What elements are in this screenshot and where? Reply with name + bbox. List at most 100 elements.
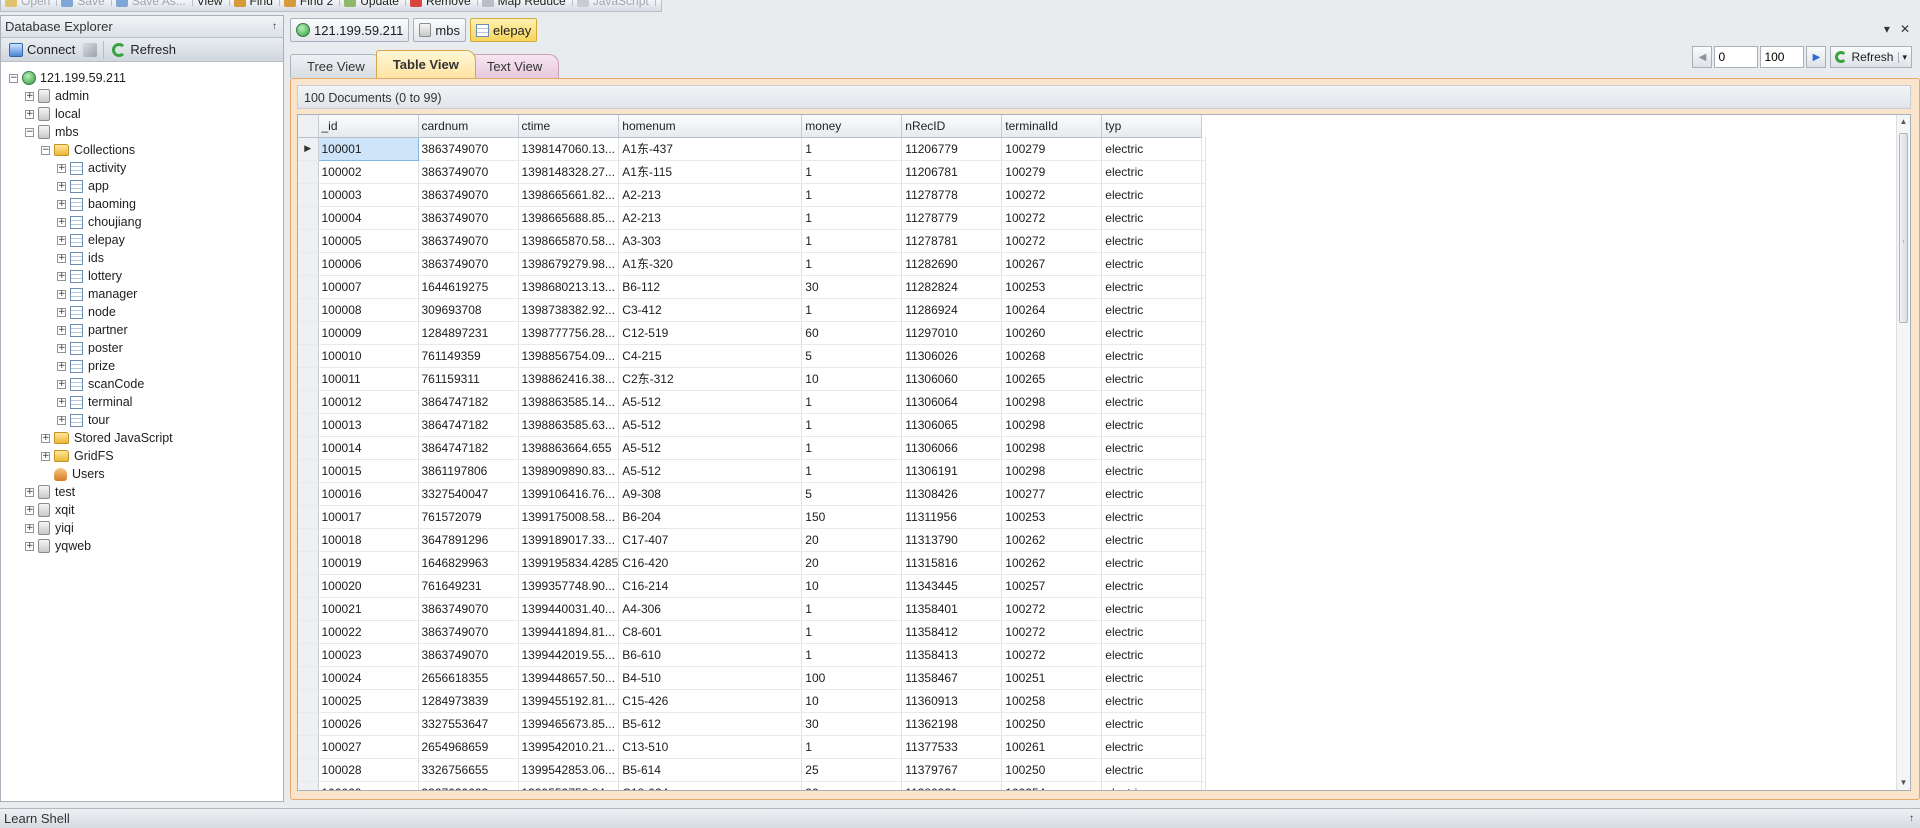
tree-collection-manager[interactable]: + manager xyxy=(1,285,283,303)
toolbar-open-button[interactable]: Open xyxy=(1,0,58,8)
table-cell-ctime[interactable]: 1399106416.76... xyxy=(518,482,620,506)
toolbar-save-button[interactable]: Save xyxy=(57,0,112,8)
table-cell-id[interactable]: 100017 xyxy=(318,505,419,529)
row-header[interactable] xyxy=(298,758,319,782)
table-cell-nrecid[interactable]: 11313790 xyxy=(901,528,1003,552)
expand-icon[interactable]: + xyxy=(57,163,66,173)
table-cell-id[interactable]: 100021 xyxy=(318,597,419,621)
row-header[interactable] xyxy=(298,390,319,414)
table-cell-money[interactable]: 25 xyxy=(801,758,903,782)
row-header[interactable] xyxy=(298,689,319,713)
table-cell-id[interactable]: 100010 xyxy=(318,344,419,368)
scrollbar-thumb[interactable] xyxy=(1899,133,1908,323)
table-cell-id[interactable]: 100019 xyxy=(318,551,419,575)
tree-db-admin[interactable]: + admin xyxy=(1,87,283,105)
row-header[interactable] xyxy=(298,160,319,184)
table-cell-terminalid[interactable]: 100253 xyxy=(1001,275,1103,299)
table-cell-money[interactable]: 100 xyxy=(801,666,903,690)
table-cell-homenum[interactable]: B4-510 xyxy=(618,666,803,690)
table-cell-typ[interactable]: electric xyxy=(1101,758,1203,782)
table-row[interactable]: 10002933270200031399552752.84...C18-0242… xyxy=(298,781,1207,790)
table-cell-id[interactable]: 100028 xyxy=(318,758,419,782)
table-cell-money[interactable]: 1 xyxy=(801,137,903,161)
tree-collection-ids[interactable]: + ids xyxy=(1,249,283,267)
expand-icon[interactable]: + xyxy=(25,523,34,533)
column-header-terminalid[interactable]: terminalId xyxy=(1001,115,1103,138)
table-row[interactable]: 100019 1646829963 1399195834.4285 C16-420 20… xyxy=(298,551,1207,575)
table-cell-ctime[interactable]: 1399542010.21... xyxy=(518,735,620,759)
table-row[interactable]: 100025 1284973839 1399455192.81... C15-426 1… xyxy=(298,689,1207,713)
table-row[interactable]: 100005 3863749070 1398665870.58... A3-303 1 1… xyxy=(298,229,1207,253)
table-cell-terminalid[interactable]: 100262 xyxy=(1001,528,1103,552)
table-cell-money[interactable]: 1 xyxy=(801,298,903,322)
table-cell-money[interactable]: 60 xyxy=(801,321,903,345)
table-cell-typ[interactable]: electric xyxy=(1101,275,1203,299)
table-cell-id[interactable]: 100018 xyxy=(318,528,419,552)
row-header[interactable] xyxy=(298,183,319,207)
table-row[interactable]: 100011 761159311 1398862416.38... C2东-312 10… xyxy=(298,367,1207,391)
table-row[interactable]: 100002 3863749070 1398148328.27... A1东-115 1… xyxy=(298,160,1207,184)
toolbar-remove-button[interactable]: Remove xyxy=(406,0,478,8)
table-cell-cardnum[interactable]: 3863749070 xyxy=(418,643,519,667)
next-page-button[interactable]: ▶ xyxy=(1806,46,1827,68)
expand-icon[interactable]: + xyxy=(41,433,50,443)
table-cell-id[interactable]: 100009 xyxy=(318,321,419,345)
table-cell-cardnum[interactable]: 1644619275 xyxy=(418,275,519,299)
table-cell-cardnum[interactable]: 3327020003 xyxy=(418,781,519,790)
table-cell-homenum[interactable]: A5-512 xyxy=(618,413,803,437)
table-row[interactable]: 100026 3327553647 1399465673.85... B5-612 30… xyxy=(298,712,1207,736)
table-cell-ctime[interactable]: 1399442019.55... xyxy=(518,643,620,667)
tree-collection-node[interactable]: + node xyxy=(1,303,283,321)
expand-icon[interactable]: + xyxy=(25,487,34,497)
row-header[interactable] xyxy=(298,735,319,759)
table-cell-nrecid[interactable]: 11278781 xyxy=(901,229,1003,253)
table-cell-cardnum[interactable]: 3326756655 xyxy=(418,758,519,782)
tree-db-xqit[interactable]: + xqit xyxy=(1,501,283,519)
table-row[interactable]: 100017 761572079 1399175008.58... B6-204 150… xyxy=(298,505,1207,529)
table-cell-ctime[interactable]: 1399465673.85... xyxy=(518,712,620,736)
table-cell-id[interactable]: 100029 xyxy=(318,781,419,790)
table-cell-nrecid[interactable]: 11282824 xyxy=(901,275,1003,299)
table-cell-typ[interactable]: electric xyxy=(1101,183,1203,207)
table-cell-typ[interactable]: electric xyxy=(1101,781,1203,790)
table-cell-id[interactable]: 100004 xyxy=(318,206,419,230)
table-row[interactable]: 100015 3861197806 1398909890.83... A5-512 1 1… xyxy=(298,459,1207,483)
table-cell-homenum[interactable]: B6-204 xyxy=(618,505,803,529)
table-cell-id[interactable]: 100012 xyxy=(318,390,419,414)
learn-shell-label[interactable]: Learn Shell xyxy=(4,811,70,826)
table-cell-typ[interactable]: electric xyxy=(1101,482,1203,506)
table-cell-money[interactable]: 1 xyxy=(801,252,903,276)
expand-icon[interactable]: + xyxy=(57,379,66,389)
table-cell-id[interactable]: 100015 xyxy=(318,459,419,483)
table-cell-homenum[interactable]: C18-024 xyxy=(618,781,803,790)
table-cell-homenum[interactable]: B6-112 xyxy=(618,275,803,299)
table-row[interactable]: 100021 3863749070 1399440031.40... A4-306 1 1… xyxy=(298,597,1207,621)
table-cell-typ[interactable]: electric xyxy=(1101,505,1203,529)
row-header[interactable] xyxy=(298,505,319,529)
table-cell-terminalid[interactable]: 100279 xyxy=(1001,160,1103,184)
table-cell-typ[interactable]: electric xyxy=(1101,229,1203,253)
table-cell-homenum[interactable]: C4-215 xyxy=(618,344,803,368)
table-cell-typ[interactable]: electric xyxy=(1101,137,1203,161)
row-header[interactable] xyxy=(298,459,319,483)
row-header[interactable] xyxy=(298,367,319,391)
table-cell-homenum[interactable]: B6-610 xyxy=(618,643,803,667)
table-cell-ctime[interactable]: 1398863585.63... xyxy=(518,413,620,437)
row-header[interactable] xyxy=(298,482,319,506)
table-cell-ctime[interactable]: 1399175008.58... xyxy=(518,505,620,529)
table-cell-cardnum[interactable]: 761649231 xyxy=(418,574,519,598)
table-cell-homenum[interactable]: C12-519 xyxy=(618,321,803,345)
table-cell-terminalid[interactable]: 100298 xyxy=(1001,413,1103,437)
tree-collection-poster[interactable]: + poster xyxy=(1,339,283,357)
expand-icon[interactable]: + xyxy=(57,289,66,299)
table-cell-nrecid[interactable]: 11278779 xyxy=(901,206,1003,230)
table-cell-nrecid[interactable]: 11358401 xyxy=(901,597,1003,621)
table-row[interactable]: 100012 3864747182 1398863585.14... A5-512 1 1… xyxy=(298,390,1207,414)
table-cell-nrecid[interactable]: 11306066 xyxy=(901,436,1003,460)
table-cell-terminalid[interactable]: 100279 xyxy=(1001,137,1103,161)
tree-collection-partner[interactable]: + partner xyxy=(1,321,283,339)
row-header[interactable] xyxy=(298,275,319,299)
tree-collection-activity[interactable]: + activity xyxy=(1,159,283,177)
table-cell-nrecid[interactable]: 11311956 xyxy=(901,505,1003,529)
window-menu-icon[interactable]: ▾ xyxy=(1884,22,1890,36)
